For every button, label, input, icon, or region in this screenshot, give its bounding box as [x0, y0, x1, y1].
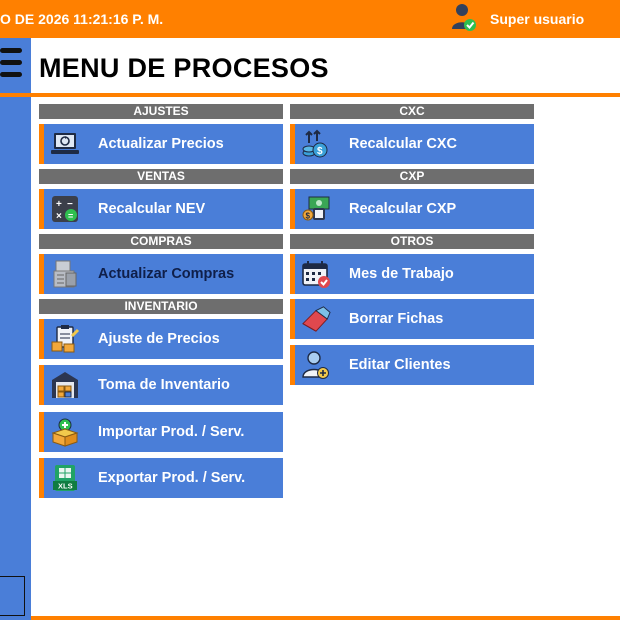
editar-clientes-button[interactable]: Editar Clientes [290, 345, 534, 385]
sidebar-footer-box[interactable] [0, 576, 25, 616]
svg-text:XLS: XLS [58, 482, 73, 491]
exportar-prod-serv-button[interactable]: XLS Exportar Prod. / Serv. [39, 458, 283, 498]
borrar-fichas-button[interactable]: Borrar Fichas [290, 299, 534, 339]
page-title: MENU DE PROCESOS [39, 53, 329, 83]
section-header-ajustes: AJUSTES [39, 104, 283, 119]
calendar-check-icon [301, 259, 331, 289]
section-header-otros: OTROS [290, 234, 534, 249]
section-header-ventas: VENTAS [39, 169, 283, 184]
recalcular-cxc-button[interactable]: $ Recalcular CXC [290, 124, 534, 164]
svg-text:=: = [68, 211, 73, 221]
actualizar-precios-label: Actualizar Precios [98, 136, 224, 152]
section-header-inventario: INVENTARIO [39, 299, 283, 314]
recalcular-nev-label: Recalcular NEV [98, 201, 206, 217]
sidebar [0, 38, 31, 620]
user-menu[interactable]: Super usuario [450, 2, 585, 37]
title-divider [0, 93, 620, 97]
eraser-icon [301, 304, 331, 334]
svg-text:$: $ [317, 146, 323, 157]
toma-de-inventario-button[interactable]: Toma de Inventario [39, 365, 283, 405]
borrar-fichas-label: Borrar Fichas [349, 311, 444, 327]
importar-prod-serv-label: Importar Prod. / Serv. [98, 424, 245, 440]
cash-register-icon [50, 259, 80, 289]
warehouse-icon [50, 370, 80, 400]
calculator-icon: + − × = [50, 194, 80, 224]
recalcular-cxp-button[interactable]: $ Recalcular CXP [290, 189, 534, 229]
mes-de-trabajo-button[interactable]: Mes de Trabajo [290, 254, 534, 294]
actualizar-precios-button[interactable]: Actualizar Precios [39, 124, 283, 164]
bottom-divider [31, 616, 620, 620]
mes-de-trabajo-label: Mes de Trabajo [349, 266, 454, 282]
section-header-compras: COMPRAS [39, 234, 283, 249]
box-import-icon [50, 417, 80, 447]
recalcular-nev-button[interactable]: + − × = Recalcular NEV [39, 189, 283, 229]
ajuste-de-precios-label: Ajuste de Precios [98, 331, 220, 347]
main-content: MENU DE PROCESOS AJUSTES Actualizar Prec… [0, 38, 620, 620]
datetime-display: O DE 2026 11:21:16 P. M. [0, 11, 164, 27]
svg-text:$: $ [306, 212, 311, 221]
ajuste-de-precios-button[interactable]: Ajuste de Precios [39, 319, 283, 359]
actualizar-compras-button[interactable]: Actualizar Compras [39, 254, 283, 294]
hamburger-menu-icon[interactable] [0, 48, 22, 82]
user-add-icon [301, 350, 331, 380]
section-header-cxp: CXP [290, 169, 534, 184]
clipboard-boxes-icon [50, 324, 80, 354]
user-name: Super usuario [490, 11, 585, 27]
top-bar: O DE 2026 11:21:16 P. M. Super usuario [0, 0, 620, 38]
recalcular-cxp-label: Recalcular CXP [349, 201, 457, 217]
svg-text:−: − [67, 199, 73, 210]
laptop-refresh-icon [50, 129, 80, 159]
svg-text:+: + [56, 199, 62, 210]
svg-text:×: × [56, 211, 62, 222]
money-payment-icon: $ [301, 194, 331, 224]
editar-clientes-label: Editar Clientes [349, 357, 451, 373]
exportar-prod-serv-label: Exportar Prod. / Serv. [98, 470, 246, 486]
toma-de-inventario-label: Toma de Inventario [98, 377, 230, 393]
actualizar-compras-label: Actualizar Compras [98, 266, 235, 282]
user-check-icon [450, 2, 478, 37]
importar-prod-serv-button[interactable]: Importar Prod. / Serv. [39, 412, 283, 452]
coins-arrows-icon: $ [301, 129, 331, 159]
section-header-cxc: CXC [290, 104, 534, 119]
xls-file-icon: XLS [50, 463, 80, 493]
recalcular-cxc-label: Recalcular CXC [349, 136, 457, 152]
